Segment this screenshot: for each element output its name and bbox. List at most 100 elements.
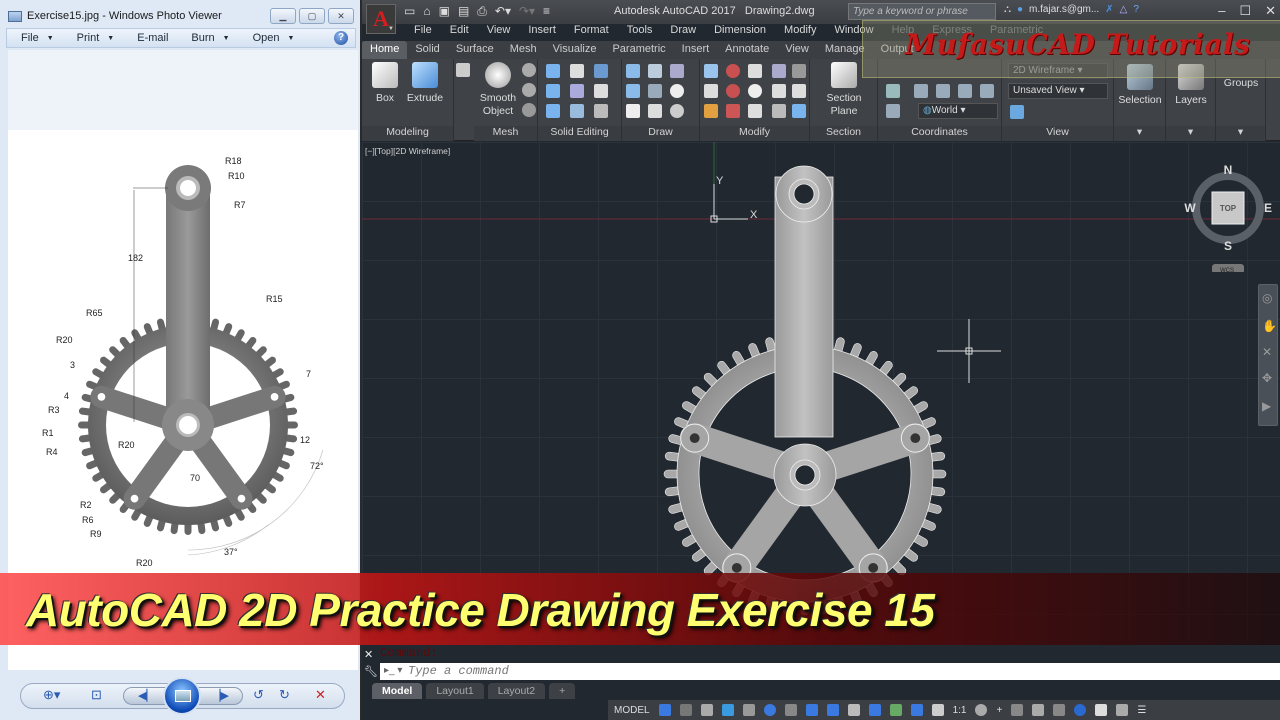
extrude-button[interactable]: Extrude <box>404 62 446 105</box>
user-icon[interactable]: ● <box>1017 4 1023 15</box>
menu-file[interactable]: File <box>414 24 432 41</box>
scale-icon[interactable] <box>748 104 762 118</box>
3d-move-icon[interactable] <box>748 64 762 78</box>
tab-solid[interactable]: Solid <box>407 41 447 59</box>
polar-tracking-icon[interactable] <box>763 704 776 716</box>
units-icon[interactable] <box>1011 704 1024 716</box>
command-prompt-icon[interactable]: ▸_ ▾ <box>384 665 402 676</box>
tab-view[interactable]: View <box>777 41 817 59</box>
slice-icon[interactable] <box>570 84 584 98</box>
rotate-3d-icon[interactable] <box>748 84 762 98</box>
panel-title[interactable]: Mesh <box>474 126 537 141</box>
model-space-toggle[interactable]: MODEL <box>614 705 650 716</box>
panel-title[interactable]: Solid Editing <box>538 126 621 141</box>
menu-dimension[interactable]: Dimension <box>714 24 766 41</box>
mirror3d-icon[interactable] <box>726 104 740 118</box>
menu-burn[interactable]: Burn ▼ <box>177 32 238 44</box>
panel-expand[interactable]: ▾ <box>1166 126 1215 141</box>
minimize-button[interactable]: – <box>1218 3 1225 19</box>
clean-screen-icon[interactable] <box>1116 704 1129 716</box>
hardware-accel-icon[interactable] <box>1095 704 1108 716</box>
grid-icon[interactable] <box>658 704 671 716</box>
panel-expand[interactable]: ▾ <box>1114 126 1165 141</box>
union-icon[interactable] <box>546 64 560 78</box>
circle-icon[interactable] <box>670 84 684 98</box>
tab-mesh[interactable]: Mesh <box>502 41 545 59</box>
tab-layout1[interactable]: Layout1 <box>426 683 484 699</box>
infer-constraints-icon[interactable] <box>700 704 713 716</box>
ucs-world-icon[interactable] <box>936 84 950 98</box>
quick-properties-icon[interactable] <box>1032 704 1045 716</box>
menu-edit[interactable]: Edit <box>450 24 469 41</box>
3d-rotate-icon[interactable] <box>726 84 740 98</box>
exchange-icon[interactable]: ✗ <box>1105 4 1113 15</box>
dynamic-input-icon[interactable] <box>721 704 734 716</box>
fillet-icon[interactable] <box>704 84 718 98</box>
drawing-viewport[interactable]: [−][Top][2D Wireframe] Y X TOP N S E W W… <box>362 142 1280 642</box>
mesh-smooth-more-icon[interactable] <box>522 63 536 77</box>
polysolid-icon[interactable] <box>648 64 662 78</box>
menu-modify[interactable]: Modify <box>784 24 816 41</box>
compass-e[interactable]: E <box>1264 201 1272 215</box>
rotate-ccw-icon[interactable]: ↺ <box>253 687 264 703</box>
save-as-icon[interactable]: ▤ <box>458 4 469 19</box>
compass-w[interactable]: W <box>1184 201 1196 215</box>
section-plane-button[interactable]: Section Plane <box>822 62 866 118</box>
close-button[interactable]: ✕ <box>328 8 354 24</box>
menu-draw[interactable]: Draw <box>670 24 696 41</box>
wrench-icon[interactable]: 🔧︎ <box>364 665 378 678</box>
rotate-cw-icon[interactable]: ↻ <box>279 687 290 703</box>
smooth-object-button[interactable]: Smooth Object <box>476 62 520 118</box>
workspace-gear-icon[interactable] <box>975 704 988 716</box>
lock-ui-icon[interactable] <box>1053 704 1066 716</box>
object-snap-icon[interactable] <box>826 704 839 716</box>
tab-model[interactable]: Model <box>372 683 423 699</box>
ucs-icon[interactable] <box>886 84 900 98</box>
menu-insert[interactable]: Insert <box>528 24 556 41</box>
ellipse-icon[interactable] <box>670 104 684 118</box>
object-snap-tracking-icon[interactable] <box>805 704 818 716</box>
snap-icon[interactable] <box>679 704 692 716</box>
mesh-refine-icon[interactable] <box>522 103 536 117</box>
ucs-previous-icon[interactable] <box>914 84 928 98</box>
actual-size-icon[interactable]: ⊡ <box>91 687 102 703</box>
panel-title[interactable]: Draw <box>622 126 699 141</box>
panel-title[interactable]: Section <box>810 126 877 141</box>
minimize-button[interactable]: ▁ <box>270 8 296 24</box>
spline-icon[interactable] <box>626 84 640 98</box>
zoom-extents-icon[interactable]: ✕ <box>1262 345 1272 359</box>
application-menu-button[interactable]: A ▼ <box>366 4 396 34</box>
rectangle-icon[interactable] <box>648 104 662 118</box>
extract-edges-icon[interactable] <box>594 84 608 98</box>
menu-tools[interactable]: Tools <box>627 24 653 41</box>
3d-align-icon[interactable] <box>772 64 786 78</box>
slideshow-button[interactable] <box>163 677 201 715</box>
array-icon[interactable] <box>792 104 806 118</box>
ucs-z-icon[interactable] <box>958 84 972 98</box>
named-view-dropdown[interactable]: Unsaved View ▾ <box>1008 83 1108 99</box>
user-name[interactable]: m.fajar.s@gm... <box>1029 4 1099 15</box>
tab-parametric[interactable]: Parametric <box>604 41 673 59</box>
tab-insert[interactable]: Insert <box>674 41 718 59</box>
compass-s[interactable]: S <box>1224 239 1232 253</box>
compass-n[interactable]: N <box>1224 163 1233 177</box>
box-button[interactable]: Box <box>364 62 406 105</box>
next-icon[interactable]: ▕▶ <box>212 689 229 702</box>
showmotion-icon[interactable]: ▶ <box>1262 399 1271 413</box>
new-file-icon[interactable]: ▭ <box>404 4 415 19</box>
transparency-icon[interactable] <box>868 704 881 716</box>
panel-title[interactable]: Modify <box>700 126 809 141</box>
previous-icon[interactable]: ◀▏ <box>138 689 155 702</box>
close-button[interactable]: ✕ <box>1265 3 1276 19</box>
separate-icon[interactable] <box>594 104 608 118</box>
menu-file[interactable]: File ▼ <box>7 32 63 44</box>
zoom-icon[interactable]: ⊕▾ <box>43 687 60 703</box>
selection-cycling-icon[interactable] <box>889 704 902 716</box>
undo-icon[interactable]: ↶▾ <box>495 4 511 19</box>
help-icon[interactable]: ? <box>1133 4 1139 15</box>
menu-email[interactable]: E-mail <box>123 32 177 44</box>
customize-qat-icon[interactable]: ≡ <box>543 4 550 19</box>
menu-format[interactable]: Format <box>574 24 609 41</box>
customization-menu-icon[interactable]: ☰ <box>1137 705 1146 716</box>
pan-icon[interactable]: ✋ <box>1262 319 1277 333</box>
